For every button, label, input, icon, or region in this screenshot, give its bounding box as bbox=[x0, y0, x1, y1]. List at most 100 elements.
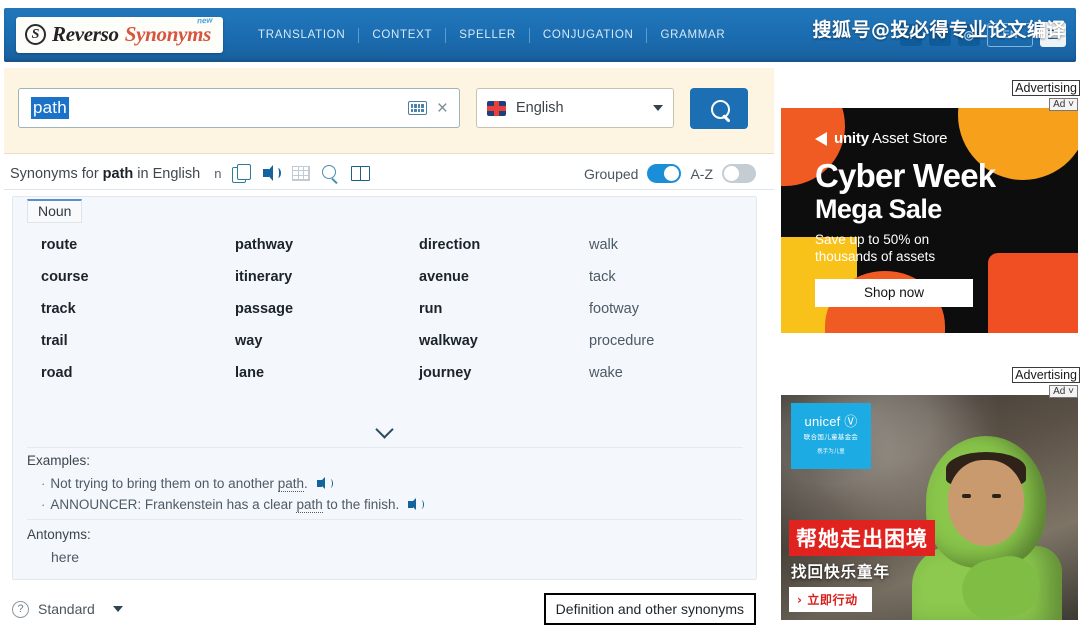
search-button[interactable] bbox=[690, 88, 748, 129]
expand-synonyms-button[interactable] bbox=[13, 419, 756, 445]
part-of-speech-label: n bbox=[214, 166, 222, 181]
donate-now-button[interactable]: › 立即行动 bbox=[789, 587, 872, 612]
example-post: . bbox=[304, 476, 308, 491]
synonym-item[interactable]: way bbox=[235, 325, 419, 357]
ad-creative[interactable]: unity Asset Store Cyber Week Mega Sale S… bbox=[781, 108, 1078, 333]
facebook-icon[interactable]: f bbox=[900, 23, 922, 46]
search-area: path × English bbox=[4, 68, 774, 154]
ad-choices-badge[interactable]: Ad ˅ bbox=[1049, 385, 1078, 398]
advertising-label: Advertising bbox=[1012, 367, 1080, 383]
synonym-item[interactable]: track bbox=[41, 293, 235, 325]
grouped-label: Grouped bbox=[583, 165, 639, 182]
synonym-item[interactable]: itinerary bbox=[235, 261, 419, 293]
ad-choices-badge[interactable]: Ad ˅ bbox=[1049, 98, 1078, 111]
ad-subhead: 找回快乐童年 bbox=[791, 563, 891, 581]
chevron-down-icon[interactable] bbox=[112, 606, 123, 612]
search-input-value: path bbox=[31, 97, 69, 119]
ad-subtext: Save up to 50% on thousands of assets bbox=[815, 232, 1078, 266]
synonym-item[interactable]: footway bbox=[589, 293, 786, 325]
synonym-item[interactable]: walkway bbox=[419, 325, 589, 357]
unicef-logo-cn2: 携手为儿童 bbox=[817, 448, 845, 455]
logo-text-synonyms: Synonyms bbox=[124, 22, 212, 46]
speaker-icon[interactable] bbox=[407, 497, 425, 512]
pos-tabs: Noun bbox=[13, 197, 756, 223]
example-highlight: path bbox=[277, 476, 305, 492]
search-icon bbox=[710, 100, 730, 119]
synonym-item[interactable]: direction bbox=[419, 229, 589, 261]
shop-now-button[interactable]: Shop now bbox=[815, 278, 973, 307]
copy-icon[interactable] bbox=[232, 164, 252, 183]
result-tools: n bbox=[214, 164, 371, 183]
ad-headline-2: Mega Sale bbox=[815, 194, 942, 224]
unicef-logo-cn: 联合国儿童基金会 bbox=[803, 434, 859, 441]
title-prefix: Synonyms for bbox=[10, 165, 103, 182]
synonym-item[interactable]: procedure bbox=[589, 325, 786, 357]
synonym-item[interactable]: journey bbox=[419, 357, 589, 389]
synonym-item[interactable]: course bbox=[41, 261, 235, 293]
example-text: Not trying to bring them on to another p… bbox=[50, 476, 308, 492]
result-toolbar: Synonyms for path in English n Grouped A… bbox=[4, 158, 774, 190]
synonym-item[interactable]: walk bbox=[589, 229, 786, 261]
synonym-item[interactable]: passage bbox=[235, 293, 419, 325]
az-toggle[interactable] bbox=[722, 164, 756, 183]
definition-button[interactable]: Definition and other synonyms bbox=[543, 593, 756, 625]
nav-item-speller[interactable]: SPELLER bbox=[446, 29, 529, 41]
account-menu-button[interactable]: ☰ bbox=[1040, 22, 1066, 47]
title-query: path bbox=[102, 165, 134, 182]
grouped-toggle[interactable] bbox=[647, 164, 682, 183]
example-row: · ANNOUNCER: Frankenstein has a clear pa… bbox=[27, 494, 743, 515]
nav-item-translation[interactable]: TRANSLATION bbox=[245, 29, 358, 41]
close-icon[interactable]: × bbox=[437, 99, 448, 118]
example-post: to the finish. bbox=[322, 497, 400, 512]
synonym-item[interactable]: trail bbox=[41, 325, 235, 357]
help-icon[interactable]: ? bbox=[12, 600, 29, 618]
search-input[interactable]: path × bbox=[18, 88, 460, 128]
uk-flag-icon bbox=[487, 100, 506, 116]
keyboard-icon[interactable] bbox=[407, 101, 427, 115]
language-dropdown[interactable]: English bbox=[476, 88, 674, 128]
example-highlight: path bbox=[296, 497, 323, 513]
reverso-logo[interactable]: S Reverso Synonyms new bbox=[16, 15, 224, 53]
logo-text-reverso: Reverso bbox=[52, 22, 119, 46]
example-text: ANNOUNCER: Frankenstein has a clear path… bbox=[50, 497, 400, 513]
unity-brand-name: unity bbox=[834, 130, 869, 147]
synonym-item[interactable]: wake bbox=[589, 357, 786, 389]
speaker-icon[interactable] bbox=[262, 164, 282, 183]
instagram-icon[interactable]: ◎ bbox=[958, 23, 980, 46]
table-icon[interactable] bbox=[292, 166, 311, 181]
page-title: Synonyms for path in English bbox=[10, 166, 200, 182]
nav-item-grammar[interactable]: GRAMMAR bbox=[647, 29, 738, 41]
magnifier-icon[interactable] bbox=[321, 164, 340, 183]
advertising-label: Advertising bbox=[1012, 80, 1080, 96]
synonym-item[interactable]: tack bbox=[589, 261, 786, 293]
synonyms-grid: route pathway direction walk course itin… bbox=[13, 229, 756, 389]
example-pre: ANNOUNCER: Frankenstein has a clear bbox=[50, 497, 297, 512]
unity-logo-icon bbox=[815, 131, 827, 146]
antonym-item[interactable]: here bbox=[51, 549, 91, 565]
synonym-item[interactable]: avenue bbox=[419, 261, 589, 293]
advertisement-unicef: Advertising Ad ˅ unicef Ⓥ 联合国儿童基金会 携手为儿童 bbox=[780, 367, 1080, 633]
site-header: S Reverso Synonyms new TRANSLATION CONTE… bbox=[4, 8, 1076, 62]
synonym-item[interactable]: road bbox=[41, 357, 235, 389]
interface-language-selector[interactable]: EN bbox=[987, 22, 1033, 47]
examples-section: Examples: · Not trying to bring them on … bbox=[27, 453, 743, 515]
nav-item-context[interactable]: CONTEXT bbox=[359, 29, 445, 41]
synonym-item[interactable]: run bbox=[419, 293, 589, 325]
logo-new-badge: new bbox=[197, 15, 214, 26]
ad-creative[interactable]: unicef Ⓥ 联合国儿童基金会 携手为儿童 帮她走出困境 找回快乐童年 › … bbox=[781, 395, 1078, 620]
nav-item-conjugation[interactable]: CONJUGATION bbox=[530, 29, 647, 41]
speaker-icon[interactable] bbox=[316, 476, 333, 491]
divider bbox=[27, 519, 743, 520]
az-label: A-Z bbox=[690, 165, 713, 182]
reverso-logo-mark: S bbox=[25, 24, 46, 45]
twitter-icon[interactable]: ᵛ bbox=[929, 23, 951, 46]
synonym-item[interactable]: route bbox=[41, 229, 235, 261]
synonym-item[interactable]: pathway bbox=[235, 229, 419, 261]
examples-label: Examples: bbox=[27, 453, 91, 468]
book-icon[interactable] bbox=[351, 164, 371, 183]
tab-noun[interactable]: Noun bbox=[27, 199, 83, 223]
register-dropdown-value[interactable]: Standard bbox=[38, 601, 95, 617]
ad-subtext-line1: Save up to 50% on bbox=[815, 232, 930, 247]
synonym-item[interactable]: lane bbox=[235, 357, 419, 389]
divider bbox=[27, 447, 743, 448]
